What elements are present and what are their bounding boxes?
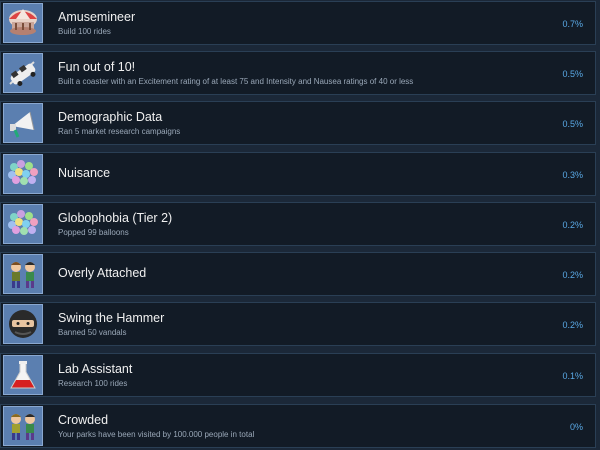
achievement-percent: 0.1% [562,371,583,381]
achievement-description: Research 100 rides [58,379,128,388]
achievement-description: Popped 99 balloons [58,228,129,237]
achievement-row[interactable]: Amusemineer Build 100 rides 0.7% [0,1,596,45]
achievement-row[interactable]: Swing the Hammer Banned 50 vandals 0.2% [0,302,596,346]
achievement-title: Demographic Data [58,110,163,124]
balloons-icon [3,154,43,194]
achievement-description: Your parks have been visited by 100.000 … [58,430,255,439]
achievement-title: Globophobia (Tier 2) [58,211,173,225]
achievement-percent: 0.5% [562,119,583,129]
achievement-percent: 0% [569,422,583,432]
peeps-icon [3,406,43,446]
achievement-title: Lab Assistant [58,362,133,376]
achievement-percent: 0.5% [562,69,583,79]
achievement-title: Nuisance [58,166,111,180]
achievement-percent: 0.2% [562,270,583,280]
achievement-percent: 0.2% [562,220,583,230]
megaphone-icon [3,103,43,143]
achievement-description: Ran 5 market research campaigns [58,127,181,136]
achievement-row[interactable]: Overly Attached 0.2% [0,252,596,296]
achievement-row[interactable]: Nuisance 0.3% [0,152,596,196]
vandal-icon [3,304,43,344]
achievements-list: Amusemineer Build 100 rides 0.7% Fun out… [0,0,600,450]
achievement-description: Built a coaster with an Excitement ratin… [58,77,414,86]
achievement-title: Amusemineer [58,10,136,24]
achievement-row[interactable]: Demographic Data Ran 5 market research c… [0,101,596,145]
achievement-percent: 0.3% [562,170,583,180]
flask-icon [3,355,43,395]
achievement-title: Swing the Hammer [58,311,165,325]
achievement-description: Build 100 rides [58,27,111,36]
achievement-description: Banned 50 vandals [58,328,127,337]
achievement-title: Fun out of 10! [58,60,136,74]
achievement-percent: 0.7% [562,19,583,29]
achievement-row[interactable]: Crowded Your parks have been visited by … [0,404,596,448]
peeps-icon [3,254,43,294]
achievement-percent: 0.2% [562,320,583,330]
achievement-row[interactable]: Globophobia (Tier 2) Popped 99 balloons … [0,202,596,246]
achievement-title: Overly Attached [58,266,147,280]
achievement-row[interactable]: Lab Assistant Research 100 rides 0.1% [0,353,596,397]
carousel-icon [3,3,43,43]
achievement-title: Crowded [58,413,109,427]
balloons-icon [3,204,43,244]
achievement-row[interactable]: Fun out of 10! Built a coaster with an E… [0,51,596,95]
coaster-car-icon [3,53,43,93]
